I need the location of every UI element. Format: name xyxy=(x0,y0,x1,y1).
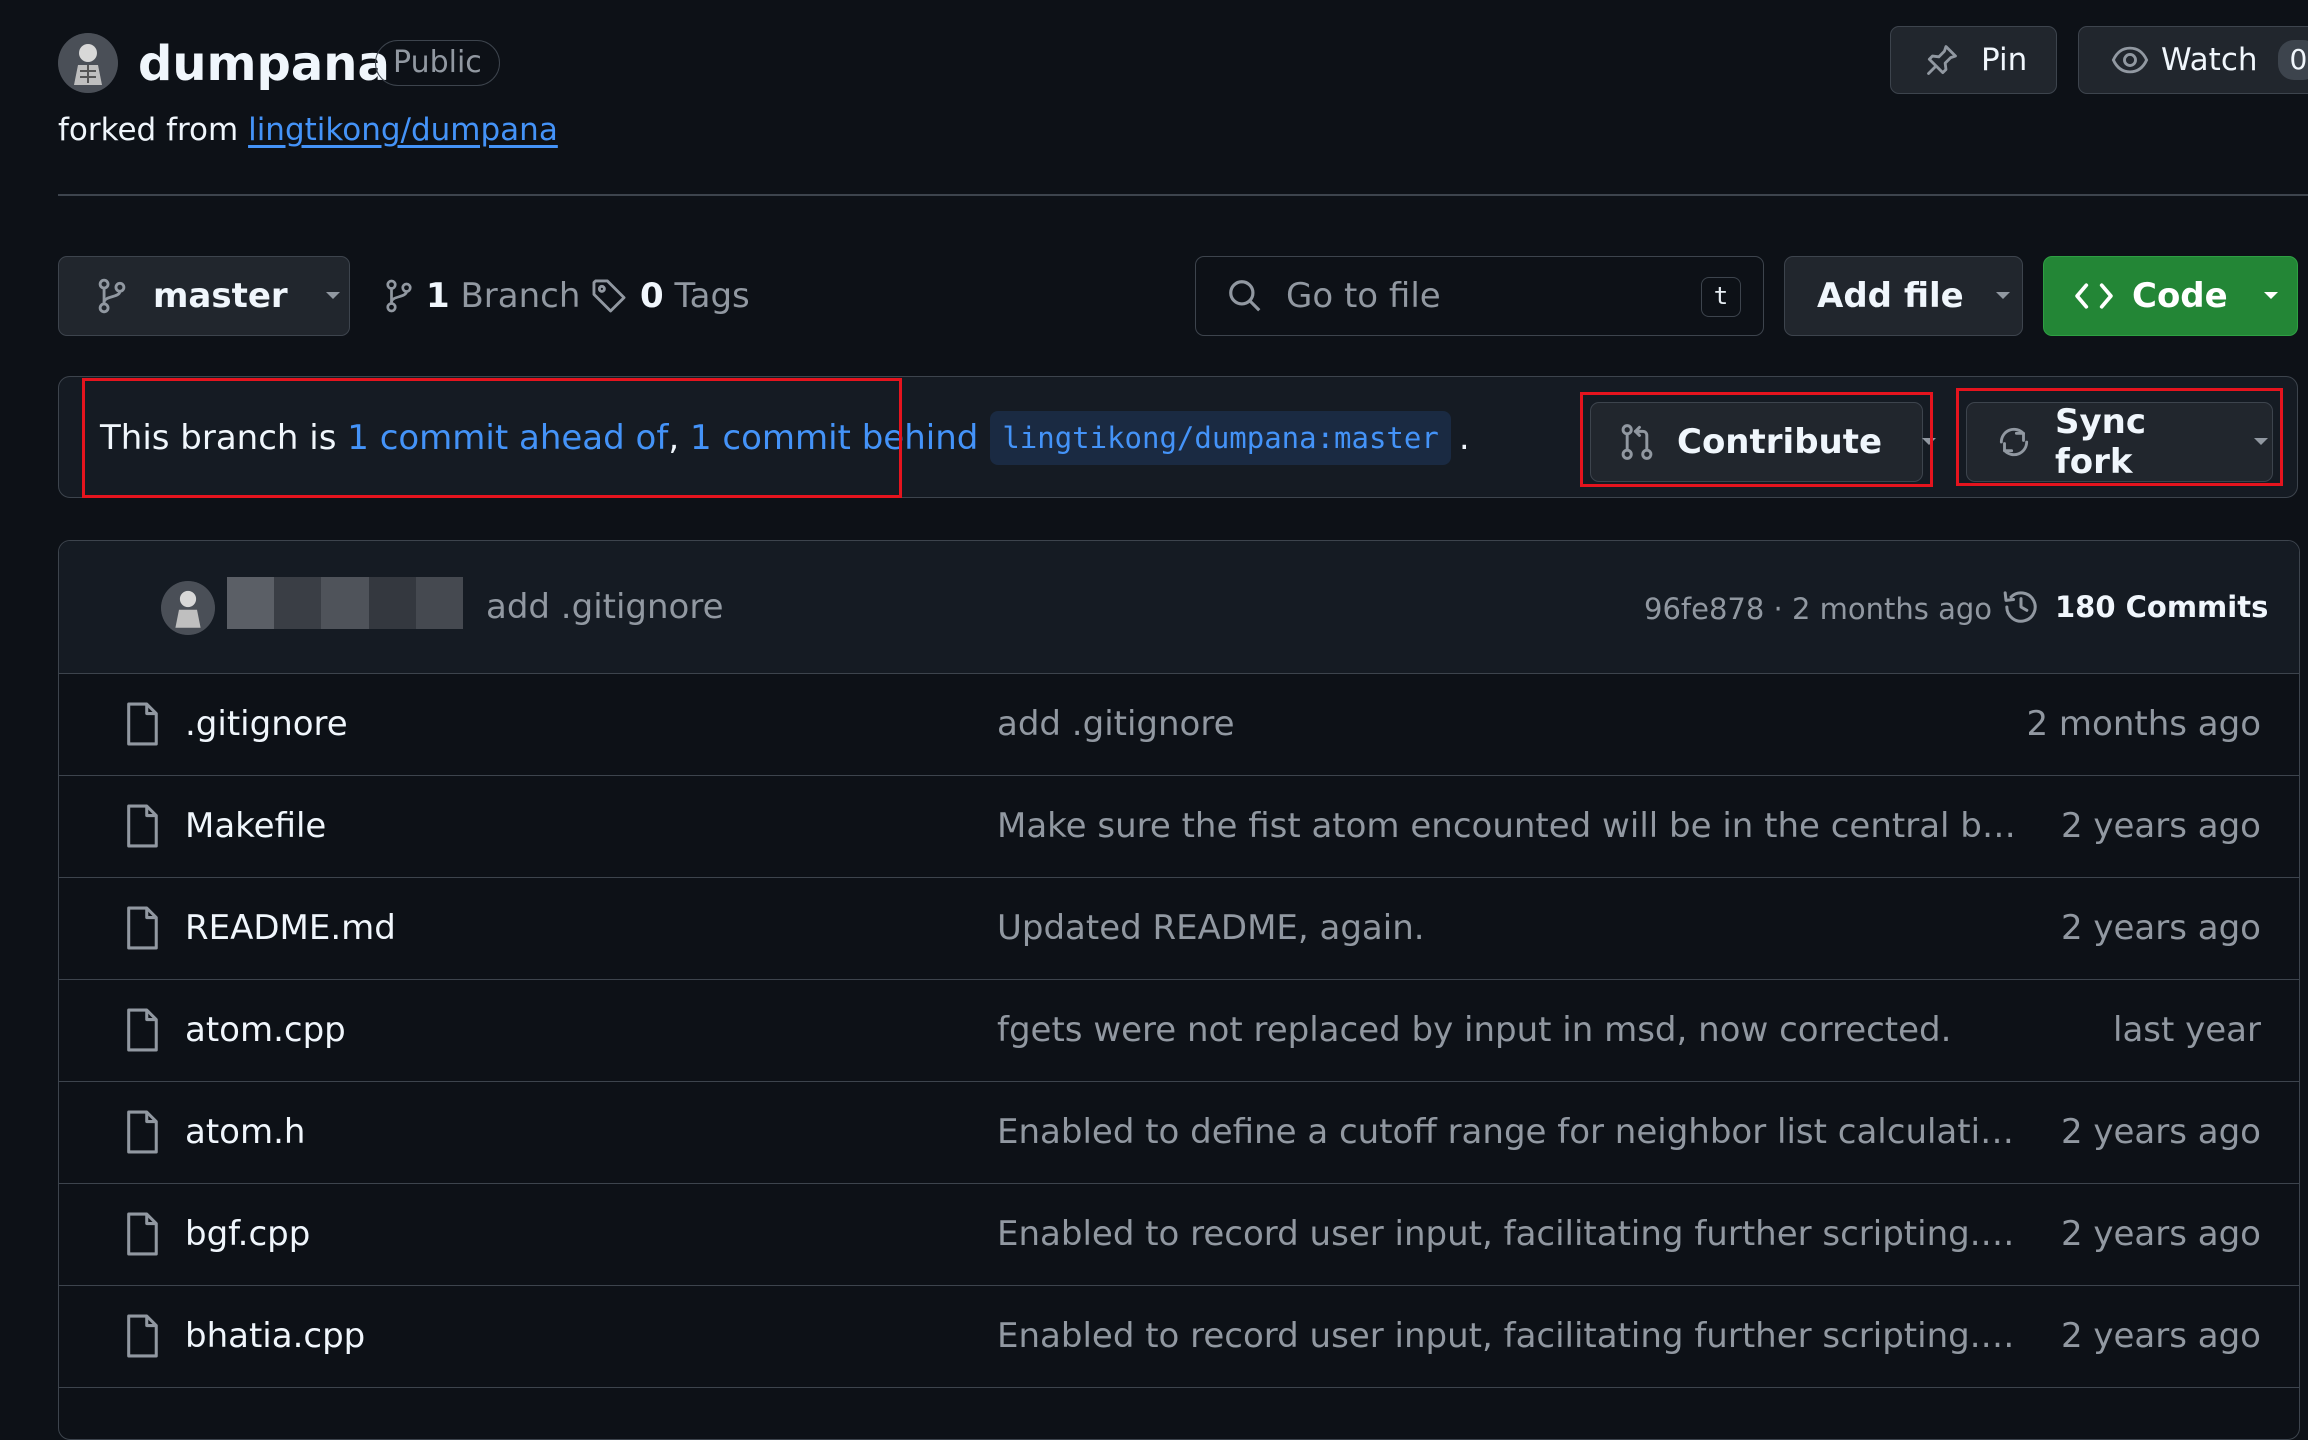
file-icon xyxy=(123,1109,161,1155)
file-row[interactable]: bgf.cpp Enabled to record user input, fac… xyxy=(59,1183,2299,1286)
latest-commit-bar: add .gitignore 96fe878 · 2 months ago 18… xyxy=(59,541,2299,674)
file-commit-message[interactable]: Enabled to define a cutoff range for nei… xyxy=(997,1109,2017,1155)
file-icon xyxy=(123,905,161,951)
header-divider xyxy=(58,194,2308,196)
redacted-author-name xyxy=(227,577,464,629)
highlight-box-sync-fork xyxy=(1956,388,2283,486)
pin-icon xyxy=(1923,41,1961,79)
chevron-down-icon xyxy=(1992,289,2014,303)
highlight-box-contribute xyxy=(1580,392,1933,487)
file-name[interactable]: .gitignore xyxy=(185,701,348,747)
file-icon xyxy=(123,1211,161,1257)
file-name[interactable]: bgf.cpp xyxy=(185,1211,310,1257)
branch-count: 1 xyxy=(426,276,450,316)
tag-count: 0 xyxy=(640,276,664,316)
tags-link[interactable]: 0 Tags xyxy=(590,270,750,322)
file-commit-date: 2 years ago xyxy=(2060,1112,2261,1152)
commit-count-label: 180 Commits xyxy=(2055,590,2269,624)
chevron-down-icon xyxy=(322,289,344,303)
watch-count: 0 xyxy=(2277,40,2308,80)
pin-button[interactable]: Pin xyxy=(1890,26,2057,94)
file-row[interactable]: bhatia.cpp Enabled to record user input, … xyxy=(59,1285,2299,1388)
file-icon xyxy=(123,701,161,747)
go-to-file-input[interactable]: Go to file t xyxy=(1195,256,1764,336)
file-commit-message[interactable]: Enabled to record user input, facilitati… xyxy=(997,1211,2017,1257)
branches-link[interactable]: 1 Branch xyxy=(384,270,580,322)
upstream-branch-ref[interactable]: lingtikong/dumpana:master xyxy=(990,411,1451,465)
code-button[interactable]: Code xyxy=(2043,256,2298,336)
eye-icon xyxy=(2111,41,2149,79)
visibility-badge: Public xyxy=(375,40,500,86)
owner-avatar[interactable] xyxy=(58,33,118,93)
file-commit-date: last year xyxy=(2113,1010,2261,1050)
file-row[interactable]: .gitignore add .gitignore 2 months ago xyxy=(59,673,2299,776)
code-icon xyxy=(2074,279,2114,313)
file-row[interactable]: README.md Updated README, again. 2 years a… xyxy=(59,877,2299,980)
file-icon xyxy=(123,1007,161,1053)
add-file-button[interactable]: Add file xyxy=(1784,256,2023,336)
file-commit-date: 2 years ago xyxy=(2060,1316,2261,1356)
forked-from-prefix: forked from xyxy=(58,112,239,148)
branch-icon xyxy=(384,277,414,315)
search-placeholder: Go to file xyxy=(1286,276,1441,316)
file-commit-message[interactable]: Make sure the fist atom encounted will b… xyxy=(997,803,2017,849)
highlight-box-fork-status xyxy=(82,378,902,498)
latest-commit-meta[interactable]: 96fe878 · 2 months ago xyxy=(1644,589,1992,629)
file-name[interactable]: atom.h xyxy=(185,1109,305,1155)
file-row[interactable]: Makefile Make sure the fist atom encounte… xyxy=(59,775,2299,878)
file-commit-message[interactable]: Updated README, again. xyxy=(997,905,2017,951)
file-commit-date: 2 years ago xyxy=(2060,1214,2261,1254)
branch-icon xyxy=(95,277,129,315)
branch-name: master xyxy=(153,276,288,316)
file-commit-message[interactable]: fgets were not replaced by input in msd,… xyxy=(997,1007,2017,1053)
file-name[interactable]: Makefile xyxy=(185,803,326,849)
history-icon xyxy=(2001,587,2041,627)
file-name[interactable]: bhatia.cpp xyxy=(185,1313,365,1359)
file-commit-date: 2 months ago xyxy=(2026,704,2261,744)
file-commit-message[interactable]: add .gitignore xyxy=(997,701,2017,747)
watch-button[interactable]: Watch 0 xyxy=(2078,26,2308,94)
file-row[interactable]: atom.cpp fgets were not replaced by input… xyxy=(59,979,2299,1082)
chevron-down-icon xyxy=(2260,289,2282,303)
forked-from-line: forked from lingtikong/dumpana xyxy=(58,110,558,150)
code-label: Code xyxy=(2132,276,2228,316)
file-table: add .gitignore 96fe878 · 2 months ago 18… xyxy=(58,540,2300,1440)
file-name[interactable]: atom.cpp xyxy=(185,1007,346,1053)
file-commit-date: 2 years ago xyxy=(2060,908,2261,948)
forked-from-link[interactable]: lingtikong/dumpana xyxy=(248,112,558,148)
watch-label: Watch xyxy=(2161,42,2258,78)
file-name[interactable]: README.md xyxy=(185,905,396,951)
search-icon xyxy=(1226,277,1264,315)
add-file-label: Add file xyxy=(1817,276,1964,316)
pin-label: Pin xyxy=(1981,42,2028,78)
keyboard-shortcut-hint: t xyxy=(1701,277,1741,317)
latest-commit-message[interactable]: add .gitignore xyxy=(486,585,724,629)
branch-count-label: Branch xyxy=(460,276,581,316)
tag-icon xyxy=(590,277,628,315)
tag-count-label: Tags xyxy=(674,276,750,316)
fork-status-suffix: . xyxy=(1458,418,1470,458)
file-icon xyxy=(123,803,161,849)
file-commit-message[interactable]: Enabled to record user input, facilitati… xyxy=(997,1313,2017,1359)
commit-history-link[interactable]: 180 Commits xyxy=(2001,585,2268,629)
file-row[interactable]: atom.h Enabled to define a cutoff range f… xyxy=(59,1081,2299,1184)
repo-name[interactable]: dumpana xyxy=(138,34,390,94)
file-commit-date: 2 years ago xyxy=(2060,806,2261,846)
file-icon xyxy=(123,1313,161,1359)
commit-author-avatar[interactable] xyxy=(161,581,215,635)
branch-selector[interactable]: master xyxy=(58,256,350,336)
